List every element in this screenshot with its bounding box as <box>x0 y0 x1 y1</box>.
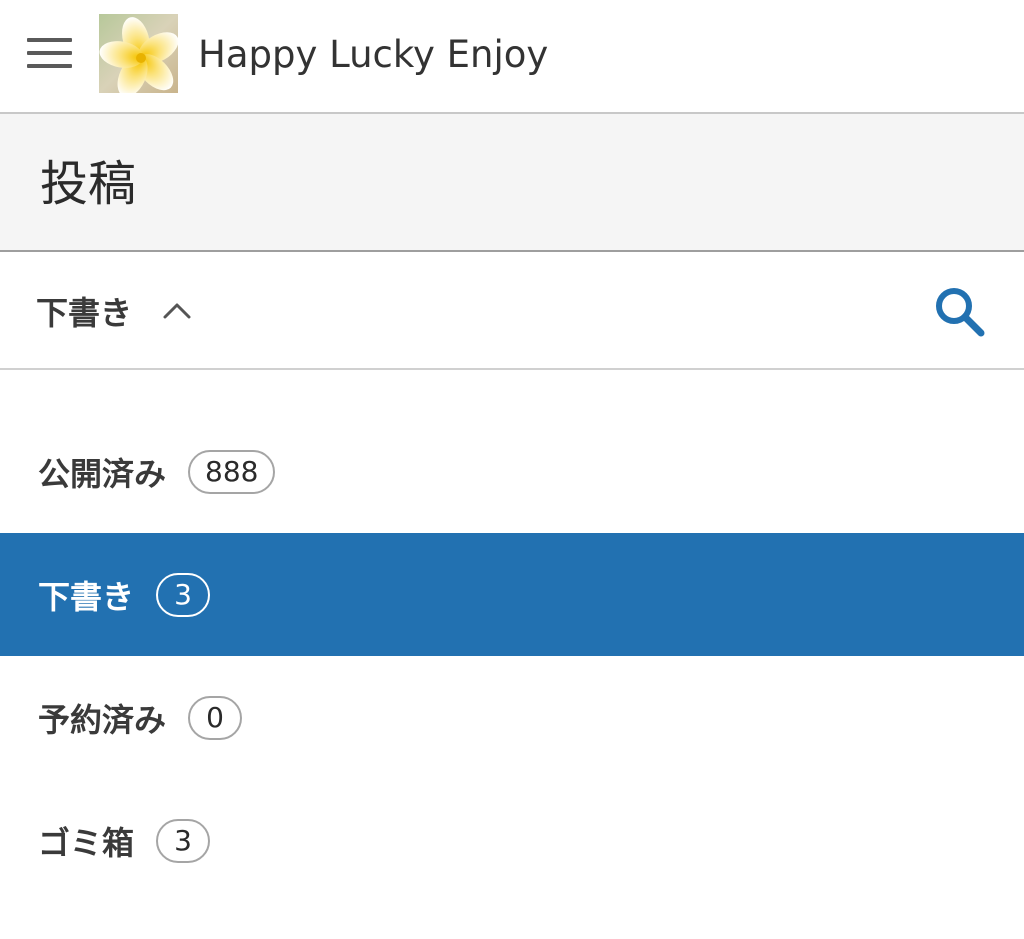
status-item-trash[interactable]: ゴミ箱 3 <box>0 779 1024 902</box>
status-filter-bar: 下書き <box>0 252 1024 370</box>
plumeria-flower-icon <box>99 14 178 93</box>
status-item-published[interactable]: 公開済み 888 <box>0 410 1024 533</box>
page-title: 投稿 <box>40 156 137 212</box>
search-icon <box>936 288 985 337</box>
status-label: 下書き <box>38 577 135 616</box>
status-label: 公開済み <box>38 454 167 493</box>
site-title[interactable]: Happy Lucky Enjoy <box>198 30 548 80</box>
menu-icon-line-2 <box>27 51 72 55</box>
top-bar: Happy Lucky Enjoy <box>0 0 1024 114</box>
status-label: 予約済み <box>38 700 167 739</box>
chevron-up-icon <box>163 303 191 319</box>
status-count-badge: 0 <box>188 695 243 740</box>
status-count-badge: 3 <box>156 572 211 617</box>
hamburger-menu-button[interactable] <box>20 28 80 78</box>
page-header: 投稿 <box>0 114 1024 252</box>
status-item-scheduled[interactable]: 予約済み 0 <box>0 656 1024 779</box>
status-item-draft[interactable]: 下書き 3 <box>0 533 1024 656</box>
status-count-badge: 888 <box>188 449 276 494</box>
status-filter-toggle[interactable]: 下書き <box>36 286 192 336</box>
status-filter-label: 下書き <box>36 294 133 332</box>
search-button[interactable] <box>930 282 990 342</box>
site-icon[interactable] <box>99 14 178 93</box>
status-count-badge: 3 <box>156 818 211 863</box>
menu-icon-line-1 <box>27 38 72 42</box>
post-status-list: 公開済み 888 下書き 3 予約済み 0 ゴミ箱 3 <box>0 410 1024 902</box>
status-label: ゴミ箱 <box>38 823 135 862</box>
menu-icon-line-3 <box>27 64 72 68</box>
